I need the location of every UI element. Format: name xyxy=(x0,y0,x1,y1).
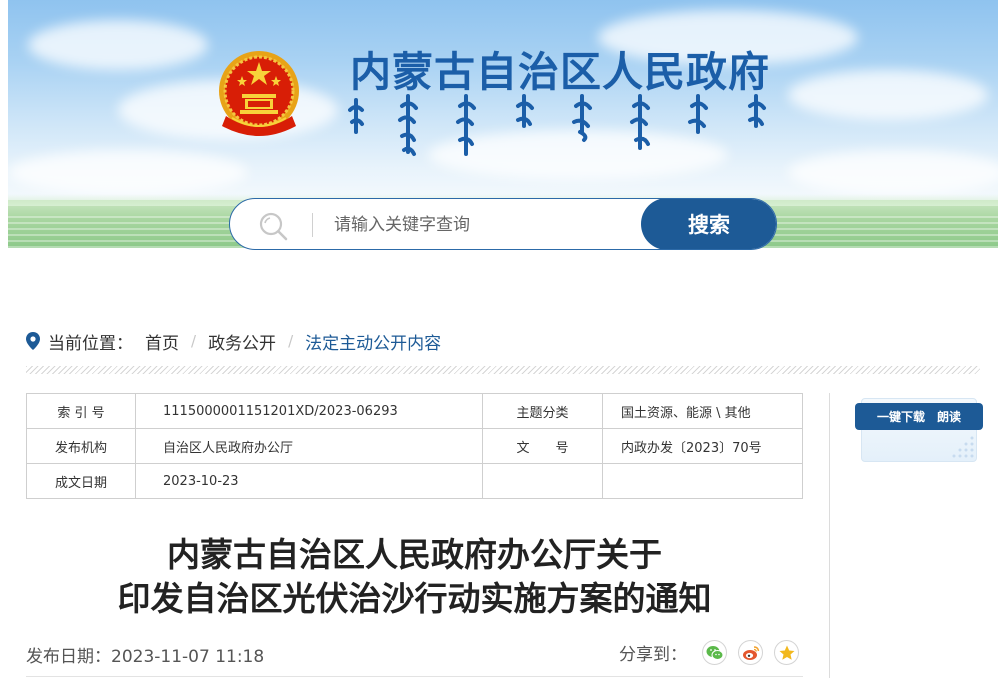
decorative-corner-icon xyxy=(952,436,974,458)
table-row: 发布机构 自治区人民政府办公厅 文 号 内政办发〔2023〕70号 xyxy=(26,428,803,464)
share-bar: 分享到： xyxy=(619,640,799,665)
document-info-table: 索 引 号 1115000001151201XD/2023-06293 主题分类… xyxy=(26,393,803,499)
document-title-line-1: 内蒙古自治区人民政府办公厅关于 xyxy=(167,535,662,574)
publish-date-label: 发布日期： xyxy=(26,647,111,667)
breadcrumb-separator: / xyxy=(288,332,294,350)
document-title-line-2: 印发自治区光伏治沙行动实施方案的通知 xyxy=(117,579,712,618)
doc-number-value: 内政办发〔2023〕70号 xyxy=(602,428,803,464)
search-button[interactable]: 搜索 xyxy=(641,199,776,249)
breadcrumb-home[interactable]: 首页 xyxy=(145,329,179,354)
publish-meta: 发布日期：2023-11-07 11:18 分享到： xyxy=(26,640,803,668)
index-number-value: 1115000001151201XD/2023-06293 xyxy=(135,393,483,429)
publisher-label: 发布机构 xyxy=(26,428,136,464)
wechat-icon xyxy=(706,645,723,660)
table-row: 索 引 号 1115000001151201XD/2023-06293 主题分类… xyxy=(26,393,803,429)
empty-cell xyxy=(482,463,603,499)
wechat-share-button[interactable] xyxy=(702,640,727,665)
breadcrumb-separator: / xyxy=(191,332,197,350)
share-label: 分享到： xyxy=(619,645,687,665)
empty-cell xyxy=(602,463,803,499)
search-bar: 搜索 xyxy=(229,198,777,250)
one-click-download-button[interactable]: 一键下载 xyxy=(877,408,925,425)
index-number-label: 索 引 号 xyxy=(26,393,136,429)
doc-number-label: 文 号 xyxy=(482,428,603,464)
search-icon xyxy=(259,212,288,241)
document-title: 内蒙古自治区人民政府办公厅关于 印发自治区光伏治沙行动实施方案的通知 xyxy=(26,533,803,621)
location-pin-icon xyxy=(26,332,40,350)
topic-label: 主题分类 xyxy=(482,393,603,429)
site-title: 内蒙古自治区人民政府 xyxy=(350,48,770,96)
breadcrumb-gov-affairs[interactable]: 政务公开 xyxy=(208,329,276,354)
breadcrumb-label: 当前位置： xyxy=(48,333,133,354)
favorite-star-icon xyxy=(779,645,794,660)
weibo-icon xyxy=(742,645,759,660)
topic-value: 国土资源、能源 \ 其他 xyxy=(602,393,803,429)
written-date-label: 成文日期 xyxy=(26,463,136,499)
breadcrumb: 当前位置： 首页 / 政务公开 / 法定主动公开内容 xyxy=(26,328,441,354)
written-date-value: 2023-10-23 xyxy=(135,463,483,499)
mongolian-subtitle xyxy=(348,94,766,156)
column-divider xyxy=(829,393,830,678)
publish-date-value: 2023-11-07 11:18 xyxy=(111,647,265,667)
national-emblem-icon xyxy=(219,51,299,136)
publisher-value: 自治区人民政府办公厅 xyxy=(135,428,483,464)
weibo-share-button[interactable] xyxy=(738,640,763,665)
search-input[interactable] xyxy=(334,209,634,241)
favorite-share-button[interactable] xyxy=(774,640,799,665)
breadcrumb-current[interactable]: 法定主动公开内容 xyxy=(305,329,441,354)
publish-date: 发布日期：2023-11-07 11:18 xyxy=(26,642,264,667)
bottom-divider xyxy=(26,676,803,677)
dotted-divider xyxy=(26,366,980,374)
read-aloud-button[interactable]: 朗读 xyxy=(937,408,961,425)
table-row: 成文日期 2023-10-23 xyxy=(26,463,803,499)
download-read-bar: 一键下载 朗读 xyxy=(855,403,983,430)
